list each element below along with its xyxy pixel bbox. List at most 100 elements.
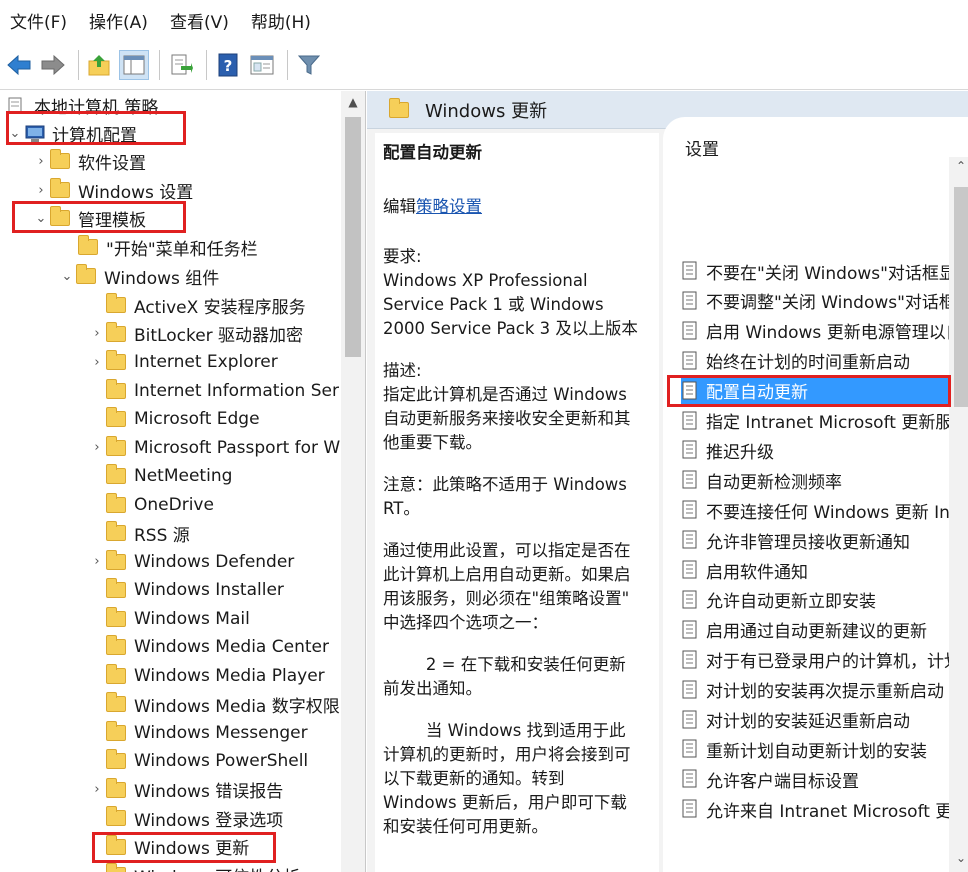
tree-item[interactable]: Windows 登录选项 <box>88 804 283 832</box>
menu-view[interactable]: 查看(V) <box>170 8 229 33</box>
tree-item[interactable]: NetMeeting <box>88 462 232 490</box>
folder-icon <box>106 321 126 342</box>
folder-icon <box>78 235 98 255</box>
tree-item-label: Windows 错误报告 <box>134 782 284 802</box>
show-hide-tree-icon[interactable] <box>119 49 149 80</box>
scroll-down-icon[interactable]: ⌄ <box>949 851 968 865</box>
setting-row[interactable]: 配置自动更新 <box>681 376 968 405</box>
tree-item[interactable]: Windows Media Player <box>88 662 325 690</box>
chevron-right-icon[interactable]: › <box>32 154 50 169</box>
menu-help[interactable]: 帮助(H) <box>251 8 311 33</box>
tree-item-label: Internet Information Ser <box>134 380 339 401</box>
tree-item[interactable]: Windows Media 数字权限 <box>88 690 340 718</box>
tree-item[interactable]: › Windows Defender <box>88 548 294 576</box>
tree-item-label: Windows Media Player <box>134 665 325 686</box>
policy-setting-icon <box>681 321 699 341</box>
properties-view-icon[interactable] <box>247 50 277 80</box>
tree-item[interactable]: Windows Mail <box>88 605 250 633</box>
setting-row[interactable]: 允许客户端目标设置 <box>681 765 968 793</box>
tree-item-windows-settings[interactable]: › Windows 设置 <box>32 176 193 204</box>
setting-row[interactable]: 对计划的安装延迟重新启动 <box>681 706 968 734</box>
tree-item-computer-config[interactable]: ⌄ 计算机配置 <box>6 119 137 147</box>
tree-item[interactable]: RSS 源 <box>88 519 190 547</box>
chevron-right-icon[interactable]: › <box>88 355 106 370</box>
export-list-icon[interactable] <box>166 50 196 80</box>
setting-row[interactable]: 允许非管理员接收更新通知 <box>681 526 968 554</box>
help-icon[interactable]: ? <box>213 50 243 80</box>
tree-item[interactable]: › Microsoft Passport for W <box>88 434 340 462</box>
tree-item[interactable]: Microsoft Edge <box>88 405 260 433</box>
scroll-up-icon[interactable]: ⌃ <box>949 159 968 173</box>
when-block: 当 Windows 找到适用于此 计算机的更新时，用户将会接到可 以下载更新的通知。… <box>383 719 651 839</box>
setting-row[interactable]: 启用 Windows 更新电源管理以自动 <box>681 317 968 345</box>
tree-item-start-menu-taskbar[interactable]: "开始"菜单和任务栏 <box>78 233 258 261</box>
policy-setting-icon <box>681 440 699 460</box>
menu-action[interactable]: 操作(A) <box>89 8 148 33</box>
setting-row[interactable]: 允许自动更新立即安装 <box>681 586 968 614</box>
policy-setting-icon <box>681 769 699 789</box>
setting-row[interactable]: 始终在计划的时间重新启动 <box>681 347 968 375</box>
description-line: 前发出通知。 <box>383 679 482 698</box>
setting-row[interactable]: 不要在"关闭 Windows"对话框显示 <box>681 257 968 285</box>
tree-item[interactable]: OneDrive <box>88 491 214 519</box>
setting-label: 配置自动更新 <box>706 383 808 404</box>
tree-item-local-policy[interactable]: 本地计算机 策略 <box>6 91 158 119</box>
chevron-right-icon[interactable]: › <box>88 326 106 341</box>
description-line: 用该服务，则必须在"组策略设置" <box>383 589 630 608</box>
settings-column-header[interactable]: 设置 <box>685 135 719 160</box>
svg-text:?: ? <box>224 57 233 75</box>
tree-item[interactable]: Windows Media Center <box>88 633 329 661</box>
setting-row[interactable]: 重新计划自动更新计划的安装 <box>681 735 968 763</box>
chevron-down-icon[interactable]: ⌄ <box>58 269 76 284</box>
folder-icon <box>106 863 126 872</box>
scrollbar-thumb[interactable] <box>954 187 968 407</box>
tree-item[interactable]: Windows Messenger <box>88 719 308 747</box>
chevron-right-icon[interactable]: › <box>88 554 106 569</box>
tree-item-admin-templates[interactable]: ⌄ 管理模板 <box>32 204 146 232</box>
description-block: 描述: 指定此计算机是否通过 Windows 自动更新服务来接收安全更新和其 他重要下… <box>383 359 651 455</box>
menu-file[interactable]: 文件(F) <box>10 8 67 33</box>
tree-item[interactable]: Windows 可信性分析 <box>88 861 300 872</box>
tree-scrollbar[interactable]: ▲ <box>341 91 365 872</box>
setting-row[interactable]: 指定 Intranet Microsoft 更新服务 <box>681 407 968 435</box>
tree-item[interactable]: ActiveX 安装程序服务 <box>88 291 306 319</box>
chevron-down-icon[interactable]: ⌄ <box>32 211 50 226</box>
edit-policy-link[interactable]: 策略设置 <box>416 197 482 216</box>
scroll-up-icon[interactable]: ▲ <box>341 95 365 109</box>
setting-row[interactable]: 自动更新检测频率 <box>681 466 968 494</box>
tree-item[interactable]: › BitLocker 驱动器加密 <box>88 320 303 348</box>
folder-icon <box>106 435 126 456</box>
edit-policy-line: 编辑策略设置 <box>383 195 651 219</box>
tree-item-windows-components[interactable]: ⌄ Windows 组件 <box>58 262 219 290</box>
chevron-right-icon[interactable]: › <box>32 183 50 198</box>
folder-icon <box>106 692 126 712</box>
settings-scrollbar[interactable]: ⌃ ⌄ <box>949 157 968 872</box>
setting-row[interactable]: 不要调整"关闭 Windows"对话框里 <box>681 287 968 315</box>
chevron-right-icon[interactable]: › <box>88 782 106 797</box>
setting-row[interactable]: 允许来自 Intranet Microsoft 更新 <box>681 795 968 823</box>
scrollbar-thumb[interactable] <box>345 117 361 357</box>
setting-row[interactable]: 不要连接任何 Windows 更新 Inte <box>681 496 968 524</box>
setting-label: 允许非管理员接收更新通知 <box>706 532 910 553</box>
setting-row[interactable]: 对于有已登录用户的计算机，计划的 <box>681 646 968 674</box>
setting-row[interactable]: 启用软件通知 <box>681 556 968 584</box>
chevron-right-icon[interactable]: › <box>88 440 106 455</box>
filter-icon[interactable] <box>294 50 324 80</box>
chevron-down-icon[interactable]: ⌄ <box>6 126 24 141</box>
tree-item[interactable]: Windows Installer <box>88 576 284 604</box>
setting-row[interactable]: 推迟升级 <box>681 436 968 464</box>
tree-item[interactable]: Windows 更新 <box>88 833 249 861</box>
folder-icon <box>106 293 126 313</box>
tree-item[interactable]: Windows PowerShell <box>88 747 308 775</box>
tree-item[interactable]: Internet Information Ser <box>88 377 339 405</box>
setting-row[interactable]: 对计划的安装再次提示重新启动 <box>681 676 968 704</box>
setting-row[interactable]: 启用通过自动更新建议的更新 <box>681 616 968 644</box>
details-area: Windows 更新 配置自动更新 编辑策略设置 要求: Windows XP P… <box>367 91 968 872</box>
up-folder-icon[interactable] <box>85 50 115 80</box>
tree-item-software-settings[interactable]: › 软件设置 <box>32 147 146 175</box>
tree-item-label: Windows Installer <box>134 580 284 600</box>
tree-item[interactable]: › Internet Explorer <box>88 348 278 376</box>
forward-icon[interactable] <box>38 50 68 80</box>
back-icon[interactable] <box>4 50 34 80</box>
tree-item[interactable]: › Windows 错误报告 <box>88 776 283 804</box>
